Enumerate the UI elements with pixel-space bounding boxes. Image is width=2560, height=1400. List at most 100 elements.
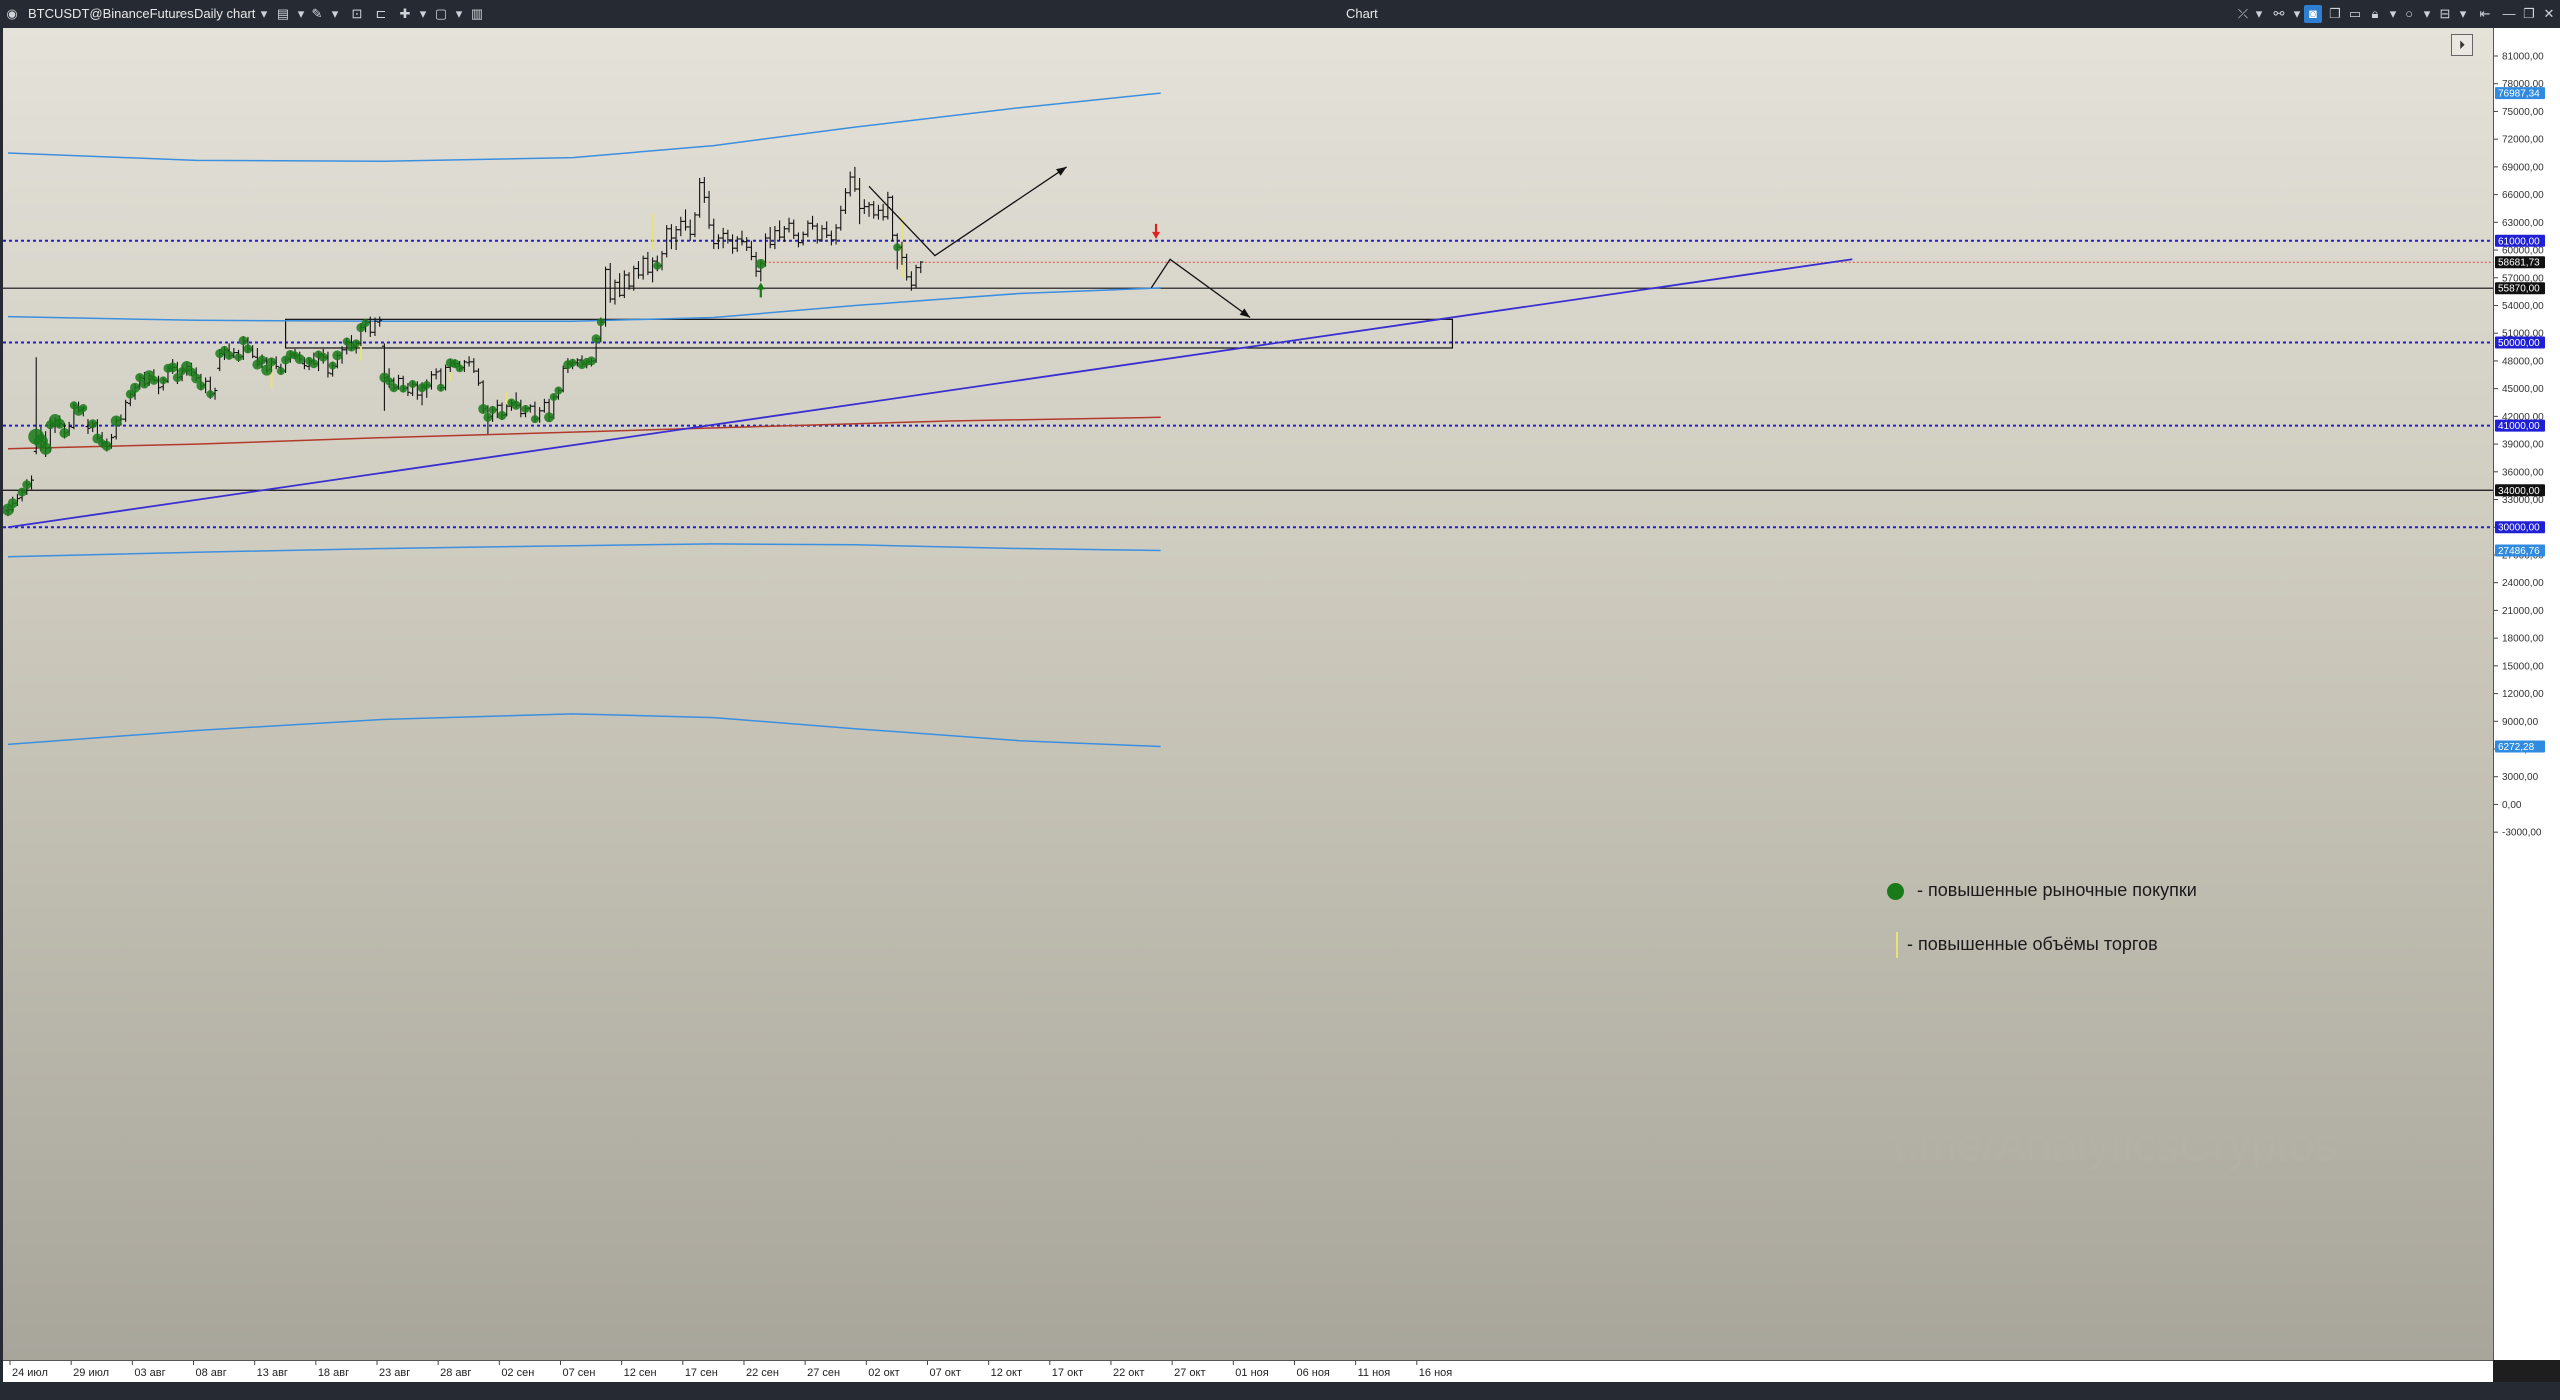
price-tick-label: 72000,00: [2502, 135, 2544, 146]
dropdown-icon[interactable]: ▾: [414, 5, 432, 23]
time-tick-label: 17 сен: [685, 1367, 718, 1379]
dropdown-icon[interactable]: ▾: [326, 5, 344, 23]
buy-pressure-marker: [79, 404, 88, 413]
horizontal-scrollbar[interactable]: [0, 1382, 2560, 1400]
buy-pressure-marker: [39, 442, 52, 455]
dropdown-icon[interactable]: ▾: [255, 5, 273, 23]
pin-icon[interactable]: ⇤: [2476, 5, 2494, 23]
ohlc-bar: [640, 255, 646, 280]
buy-pressure-marker: [7, 498, 18, 509]
dropdown-icon[interactable]: ▾: [2454, 5, 2472, 23]
price-tick-label: 18000,00: [2502, 634, 2544, 645]
ohlc-bar: [866, 201, 872, 217]
buy-pressure-marker: [361, 319, 370, 328]
ohlc-bar: [476, 368, 481, 386]
upper-band-line: [7, 92, 1161, 163]
ohlc-bar: [541, 398, 547, 413]
search-icon[interactable]: ⌕: [170, 5, 188, 23]
close-icon[interactable]: ✕: [2540, 5, 2558, 23]
ohlc-bar: [847, 171, 853, 197]
time-tick-label: 01 ноя: [1235, 1367, 1268, 1379]
ohlc-bar: [838, 205, 844, 231]
buy-pressure-marker: [101, 440, 112, 451]
time-tick-label: 12 сен: [624, 1367, 657, 1379]
time-tick-label: 27 сен: [807, 1367, 840, 1379]
window-title: Chart: [1346, 6, 1378, 21]
time-tick-label: 03 авг: [134, 1367, 165, 1379]
buy-pressure-marker: [483, 412, 493, 422]
time-scale[interactable]: 24 июл 29 июл 03 авг 08 авг 13 авг 18 авг 23 а…: [3, 1360, 2493, 1383]
buy-pressure-marker: [54, 418, 65, 429]
ohlc-bar: [824, 221, 830, 239]
link-icon[interactable]: ○: [2400, 5, 2418, 23]
time-scale-canvas[interactable]: 24 июл 29 июл 03 авг 08 авг 13 авг 18 авг 23 а…: [3, 1361, 2493, 1383]
pin-icon[interactable]: ⊟: [2436, 5, 2454, 23]
buy-pressure-marker: [755, 258, 766, 269]
projection-up-arrow-head: [1056, 166, 1067, 176]
buy-pressure-marker: [206, 390, 215, 399]
price-tick-label: 9000,00: [2502, 717, 2539, 728]
timeframe-selector[interactable]: Daily chart: [194, 0, 255, 28]
price-tick-label: 3000,00: [2502, 772, 2539, 783]
ohlc-bar: [819, 225, 825, 242]
link-icon[interactable]: ⚯: [2270, 5, 2288, 23]
template-icon[interactable]: ⊏: [372, 5, 390, 23]
collapse-panel-button[interactable]: ⏵: [2451, 34, 2473, 56]
price-tick-label: 81000,00: [2502, 52, 2544, 63]
price-tick-label: 48000,00: [2502, 356, 2544, 367]
ohlc-bar: [767, 226, 773, 249]
panel-icon[interactable]: ▥: [468, 5, 486, 23]
ohlc-bar: [626, 272, 632, 290]
ohlc-bar: [918, 261, 924, 274]
lock-icon[interactable]: 🔒︎: [2366, 5, 2384, 23]
price-scale[interactable]: 81000,00 78000,00 75000,00 72000,00 69000,00…: [2493, 28, 2560, 1360]
ohlc-bar: [791, 219, 797, 239]
maximize-icon[interactable]: ❐: [2520, 5, 2538, 23]
buy-pressure-marker: [530, 415, 539, 424]
symbol-label[interactable]: BTCUSDT@BinanceFutures: [28, 0, 194, 28]
time-tick-label: 17 окт: [1052, 1367, 1083, 1379]
ohlc-bar: [631, 265, 637, 291]
window-icon[interactable]: ▢: [432, 5, 450, 23]
ohlc-bar: [857, 177, 863, 225]
ohlc-bar: [894, 233, 900, 270]
copy-icon[interactable]: ❐: [2326, 5, 2344, 23]
ohlc-bar: [372, 317, 378, 336]
ohlc-bar: [715, 234, 721, 250]
title-bar: ◉ BTCUSDT@BinanceFutures ⌕ Daily chart ▾…: [0, 0, 2560, 28]
buy-pressure-marker: [294, 354, 305, 365]
chart-area[interactable]: ⏵ t.me/AnalyticsCryptos - повышенные рын…: [3, 28, 2493, 1360]
minimize-icon[interactable]: —: [2500, 5, 2518, 23]
ohlc-bar: [890, 195, 896, 241]
ohlc-bar: [617, 273, 623, 298]
dropdown-icon[interactable]: ▾: [450, 5, 468, 23]
buy-pressure-marker: [653, 261, 662, 270]
buy-pressure-marker: [17, 487, 27, 497]
camera-icon[interactable]: ◙: [2304, 5, 2322, 23]
dropdown-icon[interactable]: ▾: [2250, 5, 2268, 23]
dropdown-icon[interactable]: ▾: [2418, 5, 2436, 23]
add-icon[interactable]: ✚: [396, 5, 414, 23]
buy-pressure-marker: [544, 412, 555, 423]
chart-logo-icon[interactable]: ◉: [3, 5, 21, 23]
price-tick-label: 54000,00: [2502, 301, 2544, 312]
buy-pressure-marker: [318, 352, 328, 362]
price-scale-canvas[interactable]: 81000,0078000,0075000,0072000,0069000,00…: [2494, 28, 2560, 1360]
layout-icon[interactable]: ⊡: [348, 5, 366, 23]
buy-pressure-marker: [436, 383, 445, 392]
buy-pressure-marker: [266, 357, 276, 367]
lower-band-line: [7, 543, 1161, 558]
ohlc-bar: [433, 368, 439, 380]
ohlc-bar: [810, 215, 816, 230]
price-tick-label: 63000,00: [2502, 218, 2544, 229]
buy-pressure-marker: [586, 356, 596, 366]
pencil-icon[interactable]: ✎: [308, 5, 326, 23]
buy-pressure-marker: [159, 376, 168, 385]
chart-type-icon[interactable]: ▤: [274, 5, 292, 23]
ohlc-bar: [706, 190, 712, 229]
buy-signal-arrow-head: [756, 282, 765, 290]
ohlc-bar: [645, 251, 651, 275]
time-tick-label: 16 ноя: [1419, 1367, 1452, 1379]
buy-pressure-marker: [591, 334, 601, 344]
window-icon[interactable]: ▭: [2346, 5, 2364, 23]
